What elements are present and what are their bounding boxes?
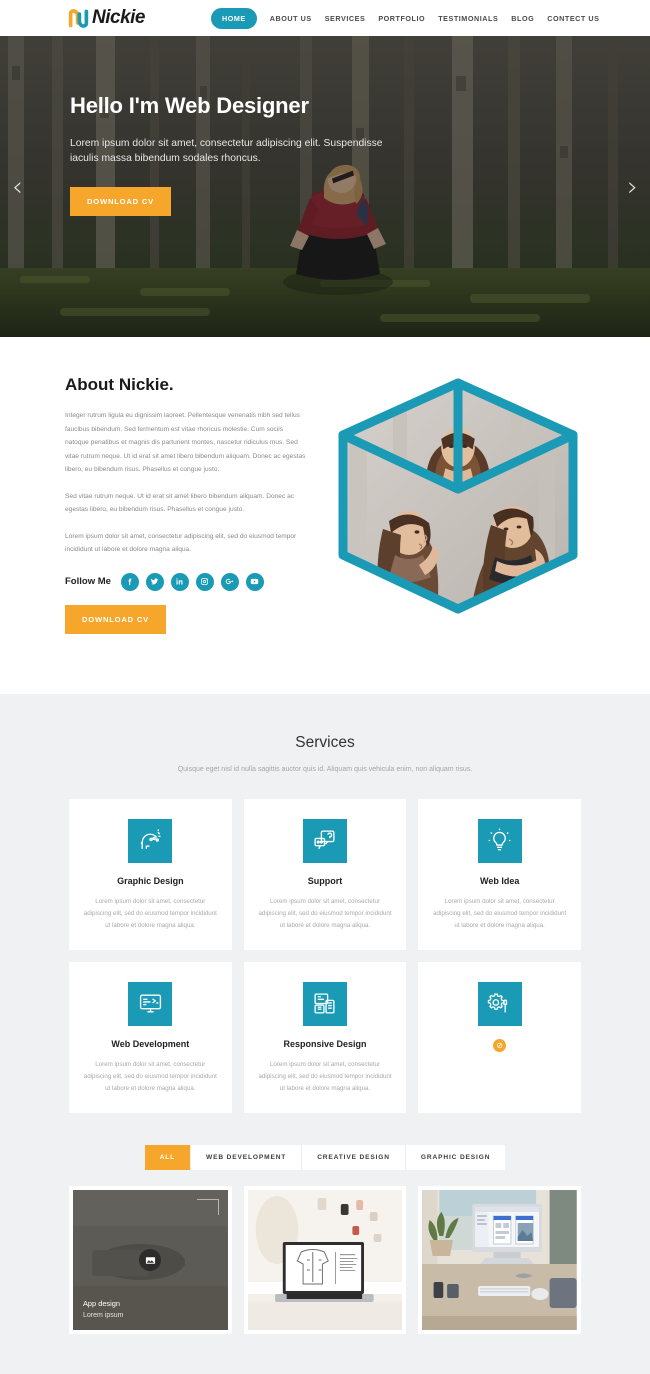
portfolio-hover-overlay: App design Lorem ipsum	[73, 1190, 228, 1331]
nav-item-home[interactable]: HOME	[210, 7, 257, 29]
services-grid: Graphic Design Lorem ipsum dolor sit ame…	[69, 798, 581, 1114]
service-card[interactable]: Web Development Lorem ipsum dolor sit am…	[69, 961, 232, 1114]
service-card[interactable]: Responsive Design Lorem ipsum dolor sit …	[243, 961, 407, 1114]
service-description: Lorem ipsum dolor sit amet, consectetur …	[258, 1060, 392, 1093]
nav-item-testimonials[interactable]: TESTIMONIALS	[438, 14, 498, 23]
image-icon[interactable]	[139, 1249, 162, 1272]
service-description: Lorem ipsum dolor sit amet, consectetur …	[433, 897, 567, 929]
about-paragraph-2: Sed vitae rutrum neque. Ut id erat sit a…	[65, 492, 295, 514]
services-subtitle: Quisque eget nisl id nulla sagittis auct…	[177, 765, 473, 773]
logo-text: Nickie	[92, 7, 145, 28]
instagram-icon[interactable]	[195, 572, 214, 591]
nav-item-about-us[interactable]: ABOUT US	[270, 14, 312, 23]
portfolio-item[interactable]	[418, 1186, 581, 1335]
filter-web-development[interactable]: WEB DEVELOPMENT	[191, 1145, 303, 1171]
corner-accent	[196, 1199, 219, 1216]
portfolio-item-subtitle: Lorem ipsum	[83, 1312, 124, 1320]
service-description: Lorem ipsum dolor sit amet, consectetur …	[258, 897, 392, 929]
youtube-icon[interactable]	[245, 572, 264, 591]
service-card[interactable]: Web Idea Lorem ipsum dolor sit amet, con…	[418, 798, 581, 950]
filter-creative-design[interactable]: CREATIVE DESIGN	[302, 1145, 406, 1171]
service-title: Responsive Design	[283, 1038, 367, 1049]
service-title: Graphic Design	[117, 875, 184, 886]
head-idea-icon	[128, 818, 173, 863]
hero-prev-arrow[interactable]: ‹	[12, 171, 23, 202]
service-card[interactable]: ⊘	[418, 961, 581, 1114]
site-header: Nickie HOME ABOUT US SERVICES PORTFOLIO …	[0, 0, 650, 36]
portfolio-item[interactable]	[243, 1186, 407, 1335]
hero-subtitle: Lorem ipsum dolor sit amet, consectetur …	[70, 138, 383, 164]
about-title: About Nickie.	[65, 375, 174, 394]
service-title: Web Development	[111, 1038, 190, 1049]
logo[interactable]: Nickie	[68, 7, 145, 29]
linkedin-icon[interactable]	[170, 572, 189, 591]
google-plus-icon[interactable]	[220, 572, 239, 591]
portfolio-thumbnail	[422, 1190, 577, 1331]
portfolio-thumbnail	[247, 1190, 403, 1331]
hero-title: Hello I'm Web Designer	[70, 93, 309, 118]
monitor-code-icon	[128, 981, 173, 1026]
hero-content: Hello I'm Web Designer Lorem ipsum dolor…	[70, 93, 400, 216]
facebook-icon[interactable]	[120, 572, 139, 591]
filter-graphic-design[interactable]: GRAPHIC DESIGN	[405, 1145, 506, 1171]
photo-cube	[333, 377, 583, 615]
service-card[interactable]: Support Lorem ipsum dolor sit amet, cons…	[243, 798, 407, 950]
lightbulb-icon	[477, 818, 522, 863]
filter-all[interactable]: ALL	[144, 1145, 192, 1171]
twitter-icon[interactable]	[145, 572, 164, 591]
about-image-column	[331, 373, 585, 634]
broken-image-glyph: ⊘	[493, 1038, 507, 1052]
about-text-column: About Nickie. Integer rutrum ligula eu d…	[65, 373, 307, 634]
follow-me-label: Follow Me	[65, 576, 111, 588]
nav-item-blog[interactable]: BLOG	[511, 14, 534, 23]
services-section: Services Quisque eget nisl id nulla sagi…	[0, 693, 650, 1114]
nav-item-services[interactable]: SERVICES	[325, 14, 366, 23]
n-monogram-icon	[68, 8, 89, 29]
services-title: Services	[295, 733, 355, 751]
service-description: Lorem ipsum dolor sit amet, consectetur …	[83, 897, 217, 929]
portfolio-grid: App design Lorem ipsum	[69, 1186, 581, 1335]
follow-me-row: Follow Me	[65, 572, 307, 591]
gear-screwdriver-icon	[477, 981, 522, 1026]
chat-support-icon	[302, 818, 347, 863]
portfolio-item[interactable]: App design Lorem ipsum	[69, 1186, 232, 1335]
service-description: Lorem ipsum dolor sit amet, consectetur …	[83, 1060, 217, 1093]
about-paragraph-3: Lorem ipsum dolor sit amet, consectetur …	[65, 532, 297, 554]
hero-slider: ‹ › Hello I'm Web Designer Lorem ipsum d…	[0, 36, 650, 337]
nav-item-portfolio[interactable]: PORTFOLIO	[378, 14, 425, 23]
hero-download-cv-button[interactable]: DOWNLOAD CV	[70, 186, 172, 216]
portfolio-filter-bar: ALL WEB DEVELOPMENT CREATIVE DESIGN GRAP…	[0, 1145, 650, 1171]
about-download-cv-button[interactable]: DOWNLOAD CV	[65, 604, 167, 634]
main-nav: HOME ABOUT US SERVICES PORTFOLIO TESTIMO…	[210, 7, 600, 29]
hero-next-arrow[interactable]: ›	[627, 171, 638, 202]
responsive-devices-icon	[302, 981, 347, 1026]
about-section: About Nickie. Integer rutrum ligula eu d…	[0, 337, 650, 694]
service-title: Support	[307, 875, 343, 886]
portfolio-caption: App design Lorem ipsum	[83, 1299, 123, 1319]
service-title: Web Idea	[479, 875, 520, 886]
nav-item-contact-us[interactable]: CONTECT US	[547, 14, 599, 23]
service-card[interactable]: Graphic Design Lorem ipsum dolor sit ame…	[69, 798, 232, 950]
portfolio-thumbnail: App design Lorem ipsum	[73, 1190, 228, 1331]
portfolio-item-title: App design	[83, 1299, 120, 1309]
about-paragraph-1: Integer rutrum ligula eu dignissim laore…	[65, 412, 306, 474]
portfolio-section: ALL WEB DEVELOPMENT CREATIVE DESIGN GRAP…	[0, 1113, 650, 1374]
